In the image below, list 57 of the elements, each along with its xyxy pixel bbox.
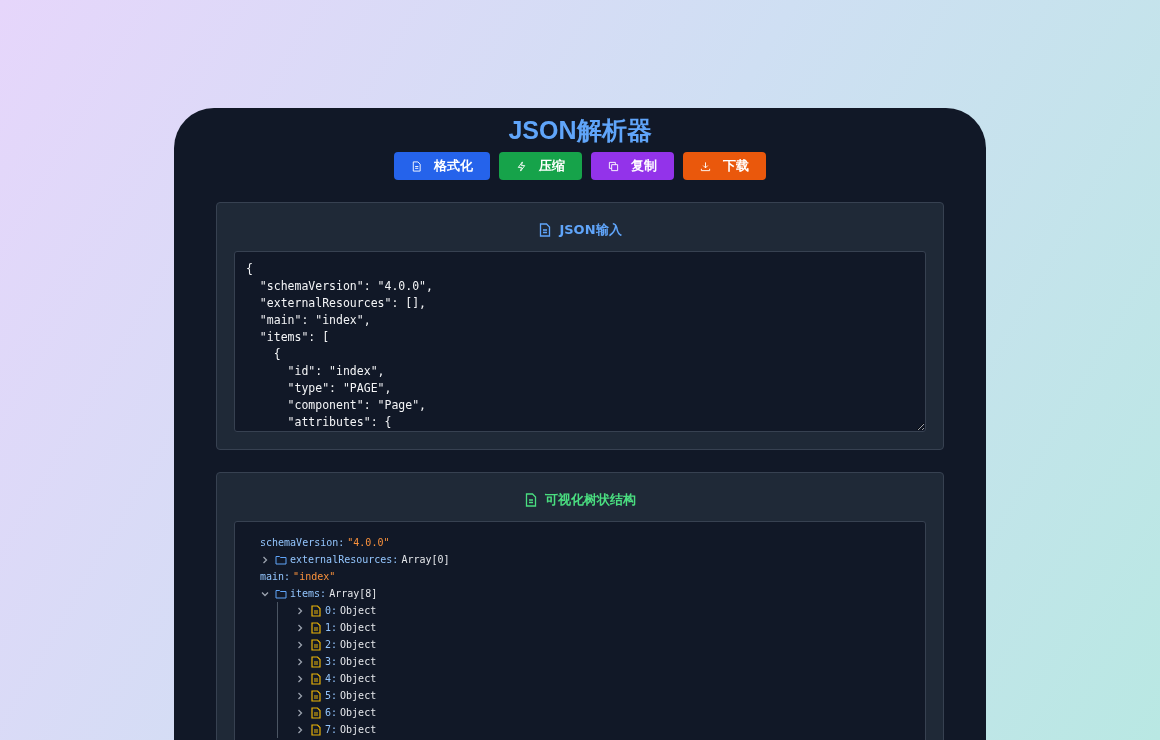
chevron-right-icon[interactable] bbox=[260, 554, 270, 565]
file-icon bbox=[310, 689, 322, 702]
tree-key: 1: bbox=[325, 622, 338, 633]
tree-value: "4.0.0" bbox=[347, 537, 390, 548]
tree-key: 6: bbox=[325, 707, 338, 718]
document-icon bbox=[411, 160, 422, 172]
folder-icon bbox=[275, 553, 287, 566]
chevron-right-icon[interactable] bbox=[295, 639, 305, 650]
compress-button[interactable]: 压缩 bbox=[499, 152, 582, 180]
file-icon bbox=[310, 604, 322, 617]
tree-value: "index" bbox=[293, 571, 336, 582]
tree-key: 5: bbox=[325, 690, 338, 701]
tree-key: 0: bbox=[325, 605, 338, 616]
chevron-right-icon[interactable] bbox=[295, 656, 305, 667]
tree-type: Array[8] bbox=[329, 588, 378, 599]
tree-key: items: bbox=[290, 588, 327, 599]
chevron-right-icon[interactable] bbox=[295, 622, 305, 633]
lightning-icon bbox=[516, 160, 527, 172]
copy-icon bbox=[608, 160, 619, 172]
download-button[interactable]: 下载 bbox=[683, 152, 766, 180]
panel-title: JSON输入 bbox=[559, 221, 622, 239]
chevron-right-icon[interactable] bbox=[295, 605, 305, 616]
tree-type: Object bbox=[340, 639, 377, 650]
tree-key: schemaVersion: bbox=[260, 537, 345, 548]
folder-icon bbox=[275, 587, 287, 600]
tree-type: Object bbox=[340, 673, 377, 684]
panel-title: 可视化树状结构 bbox=[545, 491, 636, 509]
tree-key: main: bbox=[260, 571, 291, 582]
json-input-field[interactable]: { "schemaVersion": "4.0.0", "externalResources": [], "main": "index", "items": [ { "id": "index", "type": "PAGE", "component": "Page", "attributes": { bbox=[234, 251, 926, 432]
tree-type: Object bbox=[340, 724, 377, 735]
tree-type: Object bbox=[340, 656, 377, 667]
file-icon bbox=[310, 672, 322, 685]
tree-key: 4: bbox=[325, 673, 338, 684]
tree-key: 3: bbox=[325, 656, 338, 667]
download-icon bbox=[700, 160, 711, 172]
chevron-right-icon[interactable] bbox=[295, 673, 305, 684]
file-icon bbox=[310, 706, 322, 719]
document-icon bbox=[524, 493, 538, 507]
file-icon bbox=[310, 655, 322, 668]
file-icon bbox=[310, 621, 322, 634]
copy-button[interactable]: 复制 bbox=[591, 152, 674, 180]
tree-key: 2: bbox=[325, 639, 338, 650]
chevron-right-icon[interactable] bbox=[295, 690, 305, 701]
tree-key: externalResources: bbox=[290, 554, 399, 565]
tree-type: Object bbox=[340, 690, 377, 701]
chevron-right-icon[interactable] bbox=[295, 707, 305, 718]
app-title: JSON解析器 bbox=[507, 115, 653, 146]
tree-type: Object bbox=[340, 605, 377, 616]
file-icon bbox=[310, 723, 322, 736]
file-icon bbox=[310, 638, 322, 651]
format-button[interactable]: 格式化 bbox=[394, 152, 490, 180]
tree-type: Array[0] bbox=[401, 554, 450, 565]
tree-type: Object bbox=[340, 707, 377, 718]
tree-type: Object bbox=[340, 622, 377, 633]
tree-key: 7: bbox=[325, 724, 338, 735]
document-icon bbox=[538, 223, 553, 237]
chevron-right-icon[interactable] bbox=[295, 724, 305, 735]
